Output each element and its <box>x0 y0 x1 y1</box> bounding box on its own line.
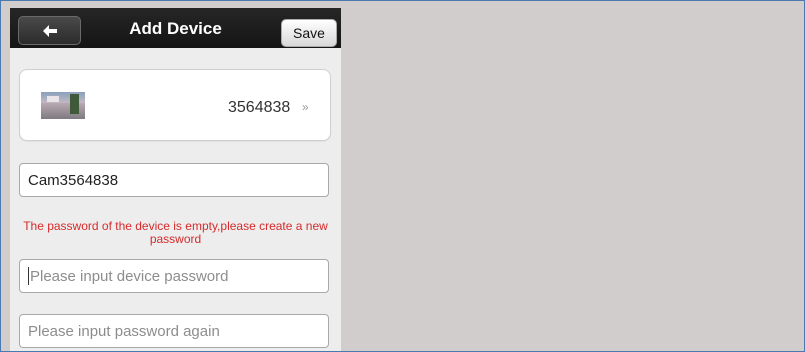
top-bar: Add Device Save <box>10 8 341 48</box>
password-field[interactable]: Please input device password <box>19 259 329 293</box>
app-screen: Add Device Save 3564838 » Cam3564838 The… <box>10 8 341 351</box>
camera-thumbnail <box>41 92 85 119</box>
device-name-value: Cam3564838 <box>28 171 119 189</box>
back-button[interactable] <box>18 16 81 45</box>
password-placeholder: Please input device password <box>30 267 229 285</box>
device-card[interactable]: 3564838 » <box>19 69 331 141</box>
screenshot-frame: Add Device Save 3564838 » Cam3564838 The… <box>0 0 805 352</box>
device-name-field[interactable]: Cam3564838 <box>19 163 329 197</box>
double-chevron-right-icon: » <box>302 100 309 114</box>
save-button[interactable]: Save <box>281 19 337 47</box>
device-id: 3564838 <box>228 99 291 116</box>
password-again-placeholder: Please input password again <box>28 322 220 340</box>
password-again-field[interactable]: Please input password again <box>19 314 329 348</box>
text-caret <box>28 267 29 285</box>
password-warning: The password of the device is empty,plea… <box>23 219 328 246</box>
back-arrow-icon <box>42 24 57 37</box>
